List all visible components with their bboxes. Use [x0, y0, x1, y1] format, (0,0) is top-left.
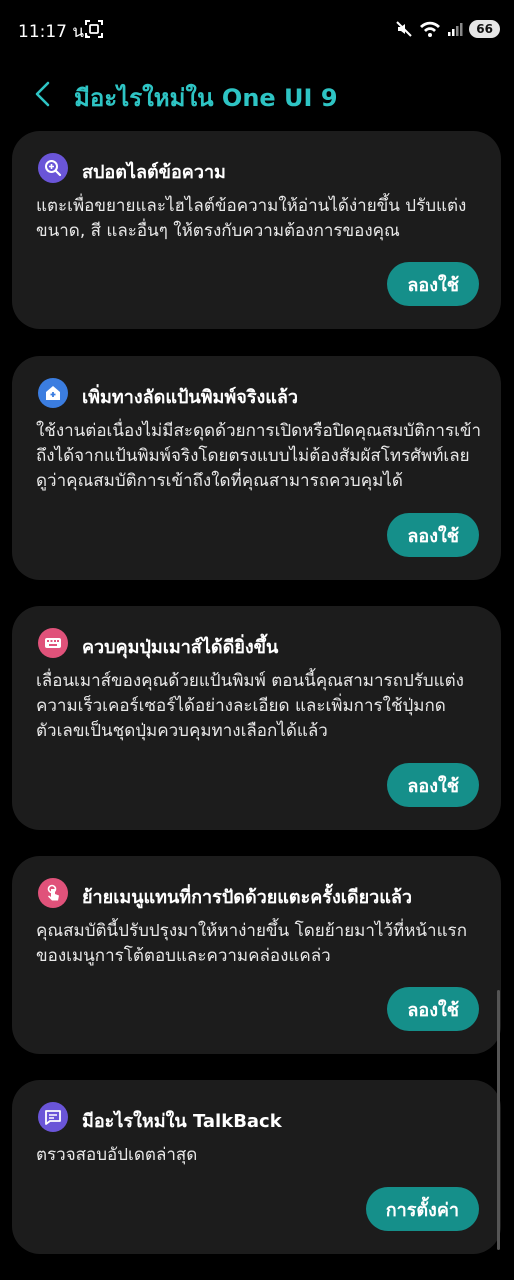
screenshot-icon — [85, 20, 103, 38]
back-button[interactable] — [28, 78, 60, 110]
card-title: เพิ่มทางลัดแป้นพิมพ์จริงแล้ว — [82, 387, 299, 408]
try-button[interactable]: ลองใช้ — [387, 262, 479, 306]
feature-card: มีอะไรใหม่ใน TalkBack ตรวจสอบอัปเดตล่าสุ… — [12, 1080, 501, 1254]
card-description: คุณสมบัตินี้ปรับปรุงมาให้หาง่ายขึ้น โดยย… — [36, 921, 467, 966]
try-button[interactable]: ลองใช้ — [387, 513, 479, 557]
touch-icon — [38, 878, 68, 908]
home-add-icon — [38, 378, 68, 408]
page-title: มีอะไรใหม่ใน One UI 9 — [74, 84, 338, 112]
try-button[interactable]: ลองใช้ — [387, 987, 479, 1031]
feature-card: เพิ่มทางลัดแป้นพิมพ์จริงแล้ว ใช้งานต่อเน… — [12, 356, 501, 580]
card-description: ตรวจสอบอัปเดตล่าสุด — [36, 1145, 198, 1165]
keyboard-icon — [38, 628, 68, 658]
card-description: แตะเพื่อขยายและไฮไลต์ข้อความให้อ่านได้ง่… — [36, 196, 467, 241]
status-bar: 11:17 น. 66 — [0, 0, 514, 60]
signal-icon — [448, 23, 463, 36]
status-time: 11:17 น. — [18, 22, 90, 42]
status-icons: 66 — [395, 17, 500, 41]
feature-card: สปอตไลต์ข้อความ แตะเพื่อขยายและไฮไลต์ข้อ… — [12, 131, 501, 329]
battery-indicator: 66 — [469, 20, 500, 38]
scrollbar[interactable] — [497, 990, 500, 1250]
card-title: ควบคุมปุ่มเมาส์ได้ดียิ่งขึ้น — [82, 637, 279, 658]
try-button[interactable]: ลองใช้ — [387, 763, 479, 807]
settings-button[interactable]: การตั้งค่า — [365, 1187, 479, 1231]
header: มีอะไรใหม่ใน One UI 9 — [0, 70, 514, 118]
feature-card: ควบคุมปุ่มเมาส์ได้ดียิ่งขึ้น เลื่อนเมาส์… — [12, 606, 501, 830]
chat-icon — [38, 1102, 68, 1132]
card-description: เลื่อนเมาส์ของคุณด้วยแป้นพิมพ์ ตอนนี้คุณ… — [36, 671, 464, 741]
card-title: สปอตไลต์ข้อความ — [82, 162, 226, 183]
card-title: มีอะไรใหม่ใน TalkBack — [82, 1111, 282, 1132]
wifi-icon — [420, 21, 441, 37]
card-description: ใช้งานต่อเนื่องไม่มีสะดุดด้วยการเปิดหรือ… — [36, 421, 482, 491]
zoom-in-icon — [38, 153, 68, 183]
feature-card: ย้ายเมนูแทนที่การปัดด้วยแตะครั้งเดียวแล้… — [12, 856, 501, 1054]
card-title: ย้ายเมนูแทนที่การปัดด้วยแตะครั้งเดียวแล้… — [82, 887, 412, 908]
mute-icon — [396, 21, 413, 37]
